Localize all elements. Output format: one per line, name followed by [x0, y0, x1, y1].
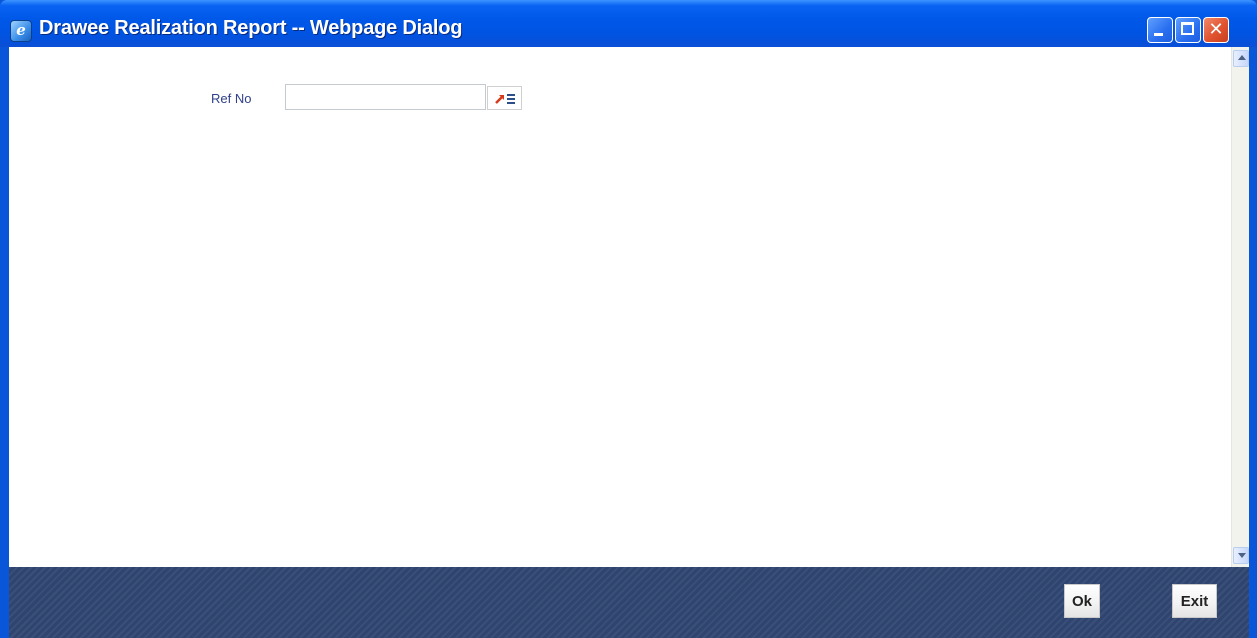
- dialog-content: Ref No: [9, 47, 1249, 567]
- exit-button[interactable]: Exit: [1172, 584, 1217, 618]
- arrow-down-icon: [1238, 553, 1246, 558]
- footer-bar: Ok Exit: [9, 567, 1249, 638]
- minimize-button[interactable]: [1147, 17, 1173, 43]
- ie-icon: e: [10, 20, 32, 42]
- ref-no-input[interactable]: [285, 84, 486, 110]
- title-bar[interactable]: e Drawee Realization Report -- Webpage D…: [0, 0, 1257, 47]
- scroll-down-button[interactable]: [1233, 547, 1249, 564]
- window-title: Drawee Realization Report -- Webpage Dia…: [39, 17, 463, 39]
- ok-button[interactable]: Ok: [1064, 584, 1100, 618]
- list-of-values-icon: [495, 94, 515, 104]
- close-icon: ✕: [1208, 19, 1224, 40]
- arrow-up-icon: [1238, 55, 1246, 60]
- maximize-icon: [1181, 22, 1194, 35]
- vertical-scrollbar[interactable]: [1231, 47, 1249, 567]
- maximize-button[interactable]: [1175, 17, 1201, 43]
- minimize-icon: [1154, 33, 1163, 36]
- scroll-up-button[interactable]: [1233, 50, 1249, 67]
- close-button[interactable]: ✕: [1203, 17, 1229, 43]
- dialog-window: e Drawee Realization Report -- Webpage D…: [0, 0, 1257, 638]
- ref-no-lov-button[interactable]: [487, 86, 522, 110]
- ref-no-label: Ref No: [211, 91, 252, 106]
